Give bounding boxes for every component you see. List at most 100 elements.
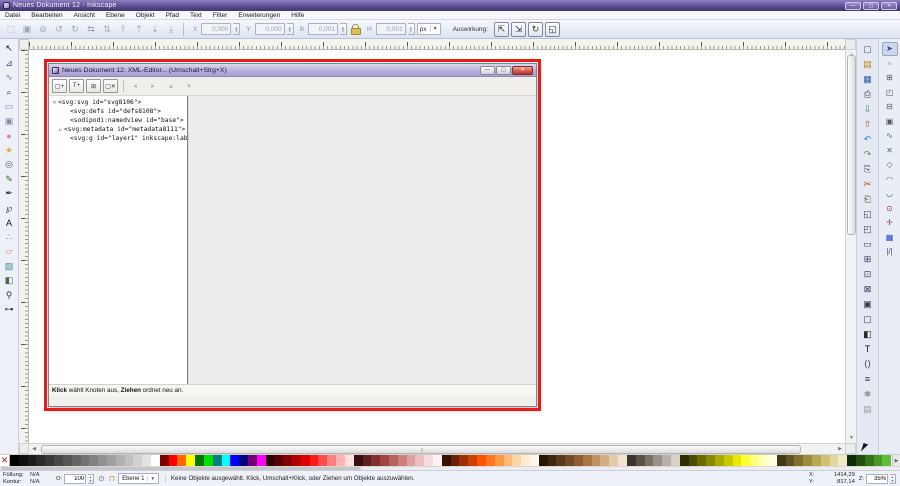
toolbar-button[interactable]: ⇆ <box>84 22 98 36</box>
horizontal-ruler[interactable] <box>29 39 845 50</box>
menu-item[interactable]: Hilfe <box>290 12 305 19</box>
zoom-spinner[interactable]: ▲▼ <box>890 474 896 484</box>
tool-button[interactable]: ● <box>2 129 17 143</box>
xml-nav-button[interactable]: ◂ <box>129 80 141 92</box>
menu-item[interactable]: Ebene <box>105 12 126 19</box>
command-button[interactable]: ▣ <box>860 297 876 311</box>
layer-visibility-icon[interactable]: ⊙ <box>98 474 105 483</box>
xml-node-button[interactable]: ▢+ <box>52 79 67 93</box>
command-button[interactable]: T <box>860 342 876 356</box>
horizontal-scrollbar-thumb[interactable]: ‖ <box>41 445 801 454</box>
xml-nav-button[interactable]: ▾ <box>183 80 195 92</box>
toolbar-button[interactable]: ⇡ <box>132 22 146 36</box>
unit-select[interactable]: px ▼ <box>417 23 441 35</box>
snap-button[interactable]: ✕ <box>882 144 898 158</box>
command-button[interactable]: ⊞ <box>860 252 876 266</box>
command-button[interactable]: ◱ <box>860 207 876 221</box>
toolbar-button[interactable]: ↺ <box>52 22 66 36</box>
xml-tree-node[interactable]: <svg:defs id="defs8108"> <box>49 107 187 116</box>
snap-button[interactable]: ⊙ <box>882 202 898 216</box>
toolbar-button[interactable]: ▣ <box>20 22 34 36</box>
toolbar-button[interactable]: ⇣ <box>148 22 162 36</box>
layer-select[interactable]: Ebene 1 ▼ <box>118 473 159 484</box>
xml-node-button[interactable]: ▢✕ <box>103 79 118 93</box>
menu-item[interactable]: Datei <box>4 12 21 19</box>
command-button[interactable]: ↶ <box>860 132 876 146</box>
tool-button[interactable]: ↖ <box>2 42 17 56</box>
toolbar-button[interactable]: ⤓ <box>164 22 178 36</box>
tool-button[interactable]: ∴ <box>2 231 17 245</box>
menu-item[interactable]: Filter <box>212 12 228 19</box>
menu-item[interactable]: Pfad <box>165 12 180 19</box>
command-button[interactable]: ▢ <box>860 42 876 56</box>
dialog-control-button[interactable]: ✕ <box>512 66 533 75</box>
lock-ratio-icon[interactable] <box>351 24 359 34</box>
snap-button[interactable]: ▦ <box>882 231 898 245</box>
command-button[interactable]: ◧ <box>860 327 876 341</box>
snap-button[interactable]: ➤ <box>882 42 898 56</box>
command-button[interactable]: ⎙ <box>860 87 876 101</box>
command-button[interactable]: ▢ <box>860 312 876 326</box>
x-field[interactable] <box>201 23 231 35</box>
tool-button[interactable]: ▱ <box>2 245 17 259</box>
command-button[interactable]: ▦ <box>860 72 876 86</box>
command-button[interactable]: ▤ <box>860 402 876 416</box>
xml-tree-node[interactable]: ▷ <svg:metadata id="metadata8111"> <box>49 125 187 134</box>
snap-button[interactable]: ⊟ <box>882 100 898 114</box>
xml-node-button[interactable]: ⊞ <box>86 79 101 93</box>
x-spinner[interactable]: ▲▼ <box>233 23 240 35</box>
command-button[interactable]: ▭ <box>860 237 876 251</box>
tool-button[interactable]: ◎ <box>2 158 17 172</box>
tool-button[interactable]: ∿ <box>2 71 17 85</box>
opacity-field[interactable] <box>64 474 86 484</box>
tool-button[interactable]: ◧ <box>2 274 17 288</box>
snap-button[interactable]: |/| <box>882 245 898 259</box>
xml-tree[interactable]: ▽ <svg:svg id="svg8106"> <svg:defs id="d… <box>49 96 189 384</box>
snap-button[interactable]: ∿ <box>882 129 898 143</box>
stroke-value[interactable]: N/A <box>30 479 52 485</box>
snap-button[interactable]: ◡ <box>882 187 898 201</box>
snap-button[interactable]: ▣ <box>882 115 898 129</box>
tool-button[interactable]: ▭ <box>2 100 17 114</box>
expander-icon[interactable]: ▽ <box>51 100 58 106</box>
toolbar-button[interactable]: ⇅ <box>100 22 114 36</box>
snap-button[interactable]: ✛ <box>882 216 898 230</box>
y-field[interactable] <box>255 23 285 35</box>
vertical-ruler[interactable] <box>19 50 29 443</box>
xml-tree-node[interactable]: <sodipodi:namedview id="base"> <box>49 116 187 125</box>
dialog-control-button[interactable]: ▢ <box>496 66 511 75</box>
tool-button[interactable]: ▧ <box>2 260 17 274</box>
toolbar-button[interactable]: ⊘ <box>36 22 50 36</box>
xml-nav-button[interactable]: ▸ <box>147 80 159 92</box>
xml-tree-node[interactable]: <svg:g id="layer1" inkscape:label="Ebene… <box>49 134 187 143</box>
height-spinner[interactable]: ▲▼ <box>408 23 415 35</box>
command-button[interactable]: ⟨⟩ <box>860 357 876 371</box>
xml-nav-button[interactable]: ▴ <box>165 80 177 92</box>
toolbar-button[interactable]: ⤒ <box>116 22 130 36</box>
command-button[interactable]: ⎗ <box>860 192 876 206</box>
palette-scroll-arrow[interactable]: ▶ <box>892 455 900 466</box>
window-control-button[interactable]: ✕ <box>881 2 897 10</box>
width-spinner[interactable]: ▲▼ <box>340 23 347 35</box>
toolbar-button[interactable]: ⬚ <box>4 22 18 36</box>
horizontal-scrollbar[interactable]: ◀ ‖ ▶ <box>29 443 845 454</box>
zoom-field[interactable] <box>866 474 888 484</box>
command-button[interactable]: ▤ <box>860 57 876 71</box>
command-button[interactable]: ✱ <box>860 387 876 401</box>
command-button[interactable]: ⊡ <box>860 267 876 281</box>
xml-node-button[interactable]: T+ <box>69 79 84 93</box>
palette-none-swatch[interactable]: ✕ <box>0 455 10 466</box>
tool-button[interactable]: ✎ <box>2 173 17 187</box>
tool-button[interactable]: ▣ <box>2 115 17 129</box>
command-button[interactable]: ⇩ <box>860 102 876 116</box>
layer-lock-icon[interactable]: ⊓ <box>109 474 115 483</box>
tool-button[interactable]: ⊶ <box>2 303 17 317</box>
command-button[interactable]: ⊠ <box>860 282 876 296</box>
command-button[interactable]: ↷ <box>860 147 876 161</box>
width-field[interactable] <box>308 23 338 35</box>
dialog-control-button[interactable]: — <box>480 66 495 75</box>
dialog-resize-area[interactable] <box>49 396 536 406</box>
tool-button[interactable]: ⚲ <box>2 289 17 303</box>
affect-toggle-button[interactable]: ◱ <box>545 22 560 37</box>
tool-button[interactable]: ⊿ <box>2 57 17 71</box>
